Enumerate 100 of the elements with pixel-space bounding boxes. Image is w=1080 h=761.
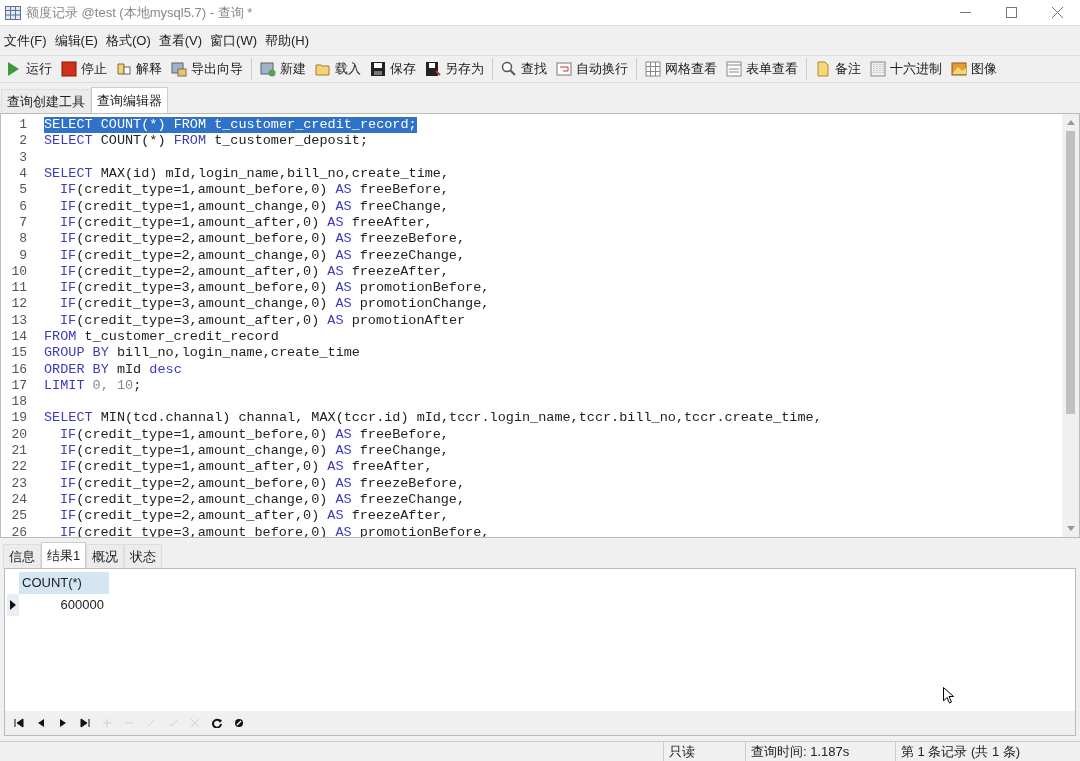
maximize-icon [1005, 7, 1017, 18]
line-number: 16 [10, 361, 27, 378]
code-line: IF(credit_type=2,amount_before,0) AS freezeBefore, [59, 231, 466, 248]
line-number: 4 [18, 166, 27, 183]
export-icon [171, 61, 187, 77]
line-number: 13 [10, 312, 27, 329]
line-number: 8 [18, 231, 27, 248]
line-number: 24 [10, 491, 27, 508]
line-number: 21 [10, 443, 27, 460]
code-line: IF(credit_type=2,amount_after,0) AS freezeAfter, [59, 508, 449, 525]
status-text: 查询时间: 1.187s [745, 741, 895, 761]
code-line: IF(credit_type=1,amount_change,0) AS freeChange, [59, 198, 449, 215]
toolbar-button[interactable]: 另存为 [422, 57, 487, 81]
line-number: 14 [10, 329, 27, 345]
line-number: 20 [10, 426, 27, 443]
toolbar-button[interactable]: 图像 [948, 57, 1000, 81]
code-line: IF(credit_type=1,amount_after,0) AS freeAfter, [59, 459, 433, 476]
line-number: 22 [10, 459, 27, 476]
tab[interactable]: 结果1 [41, 542, 87, 568]
code-line: LIMIT 0, 10; [44, 377, 142, 394]
toolbar-button[interactable]: 表单查看 [723, 57, 801, 81]
table-cell-text: 600000 [59, 596, 105, 615]
status-text: 只读 [663, 741, 745, 761]
code-line: IF(credit_type=1,amount_change,0) AS freeChange, [59, 443, 449, 460]
line-number: 7 [18, 214, 27, 231]
toolbar-button[interactable]: 导出向导 [168, 57, 246, 81]
find-icon [501, 61, 517, 77]
status-text: 第 1 条记录 (共 1 条) [895, 741, 1075, 761]
image-icon [951, 61, 967, 77]
scroll-down-icon [1066, 526, 1075, 531]
line-number: 10 [10, 263, 27, 280]
new-icon [260, 61, 276, 77]
mouse-cursor-icon [943, 687, 954, 704]
menu-item[interactable]: 文件(F) [0, 29, 51, 52]
toolbar-button[interactable]: 网格查看 [642, 57, 720, 81]
menu-item[interactable]: 格式(O) [101, 29, 155, 52]
code-line: IF(credit_type=2,amount_change,0) AS freezeChange, [59, 247, 466, 264]
stop-icon [61, 61, 77, 77]
line-number: 2 [18, 133, 27, 150]
column-header[interactable]: COUNT(*) [19, 572, 109, 594]
line-number: 3 [18, 149, 27, 166]
scrollbar-thumb[interactable] [1066, 131, 1075, 414]
line-number: 26 [10, 524, 27, 537]
code-line: SELECT MAX(id) mId,login_name,bill_no,create_time, [44, 166, 450, 183]
tab[interactable]: 概况 [86, 544, 125, 568]
code-line: SELECT COUNT(*) FROM t_customer_deposit; [44, 133, 369, 150]
minimize-icon [959, 12, 971, 13]
code-line: IF(credit_type=3,amount_after,0) AS promotionAfter [59, 312, 466, 329]
toolbar-button[interactable]: 解释 [113, 57, 165, 81]
toolbar-button[interactable]: 查找 [498, 57, 550, 81]
line-number: 5 [18, 182, 27, 199]
toolbar-button[interactable]: 十六进制 [867, 57, 945, 81]
menu-item[interactable]: 窗口(W) [206, 29, 261, 52]
note-icon [815, 61, 831, 77]
load-icon [315, 61, 331, 77]
tab[interactable]: 状态 [124, 544, 163, 568]
menu-item[interactable]: 编辑(E) [50, 29, 102, 52]
grid-icon [645, 61, 661, 77]
last-icon[interactable] [77, 715, 93, 731]
saveas-icon [425, 61, 441, 77]
code-line: IF(credit_type=2,amount_change,0) AS freezeChange, [59, 491, 466, 508]
line-number: 6 [18, 198, 27, 215]
wrap-icon [556, 61, 572, 77]
toolbar-button[interactable]: 载入 [312, 57, 364, 81]
code-line: IF(credit_type=1,amount_before,0) AS freeBefore, [59, 426, 449, 443]
menu-item[interactable]: 帮助(H) [261, 29, 314, 52]
line-number: 19 [10, 410, 27, 427]
explain-icon [116, 61, 132, 77]
tab[interactable]: 查询创建工具 [1, 89, 91, 113]
code-line: IF(credit_type=1,amount_after,0) AS freeAfter, [59, 214, 433, 231]
line-number: 12 [10, 296, 27, 313]
close-icon [1051, 7, 1063, 18]
scrollbar[interactable] [1062, 114, 1079, 537]
toolbar-button[interactable]: 自动换行 [553, 57, 631, 81]
window-title: 额度记录 @test (本地mysql5.7) - 查询 * [26, 3, 253, 22]
line-number: 17 [10, 377, 27, 394]
save-icon [370, 61, 386, 77]
form-icon [726, 61, 742, 77]
toolbar-button[interactable]: 备注 [812, 57, 864, 81]
tab[interactable]: 查询编辑器 [91, 87, 168, 113]
line-number: 23 [10, 475, 27, 492]
code-line: ORDER BY mId desc [44, 361, 182, 378]
toolbar-button[interactable]: 运行 [3, 57, 55, 81]
tab[interactable]: 信息 [3, 544, 41, 568]
code-line: SELECT MIN(tcd.channal) channal, MAX(tccr.id) mId,tccr.login_name,tccr.bill_no,tccr.create_time, [44, 410, 822, 427]
menu-item[interactable]: 查看(V) [154, 29, 207, 52]
toolbar-button[interactable]: 新建 [257, 57, 309, 81]
first-icon[interactable] [11, 715, 27, 731]
code-line: IF(credit_type=2,amount_after,0) AS freezeAfter, [59, 263, 449, 280]
line-number: 1 [18, 117, 27, 134]
toolbar-button[interactable]: 保存 [367, 57, 419, 81]
code-line: GROUP BY bill_no,login_name,create_time [44, 345, 360, 362]
line-number: 15 [10, 345, 27, 362]
code-line: IF(credit_type=2,amount_before,0) AS freezeBefore, [59, 475, 466, 492]
line-number: 11 [10, 280, 27, 297]
toolbar-button[interactable]: 停止 [58, 57, 110, 81]
code-line: IF(credit_type=3,amount_before,0) AS promotionBefore, [59, 280, 490, 297]
app-icon [5, 5, 21, 20]
line-number: 25 [10, 508, 27, 525]
hex-icon [870, 61, 886, 77]
